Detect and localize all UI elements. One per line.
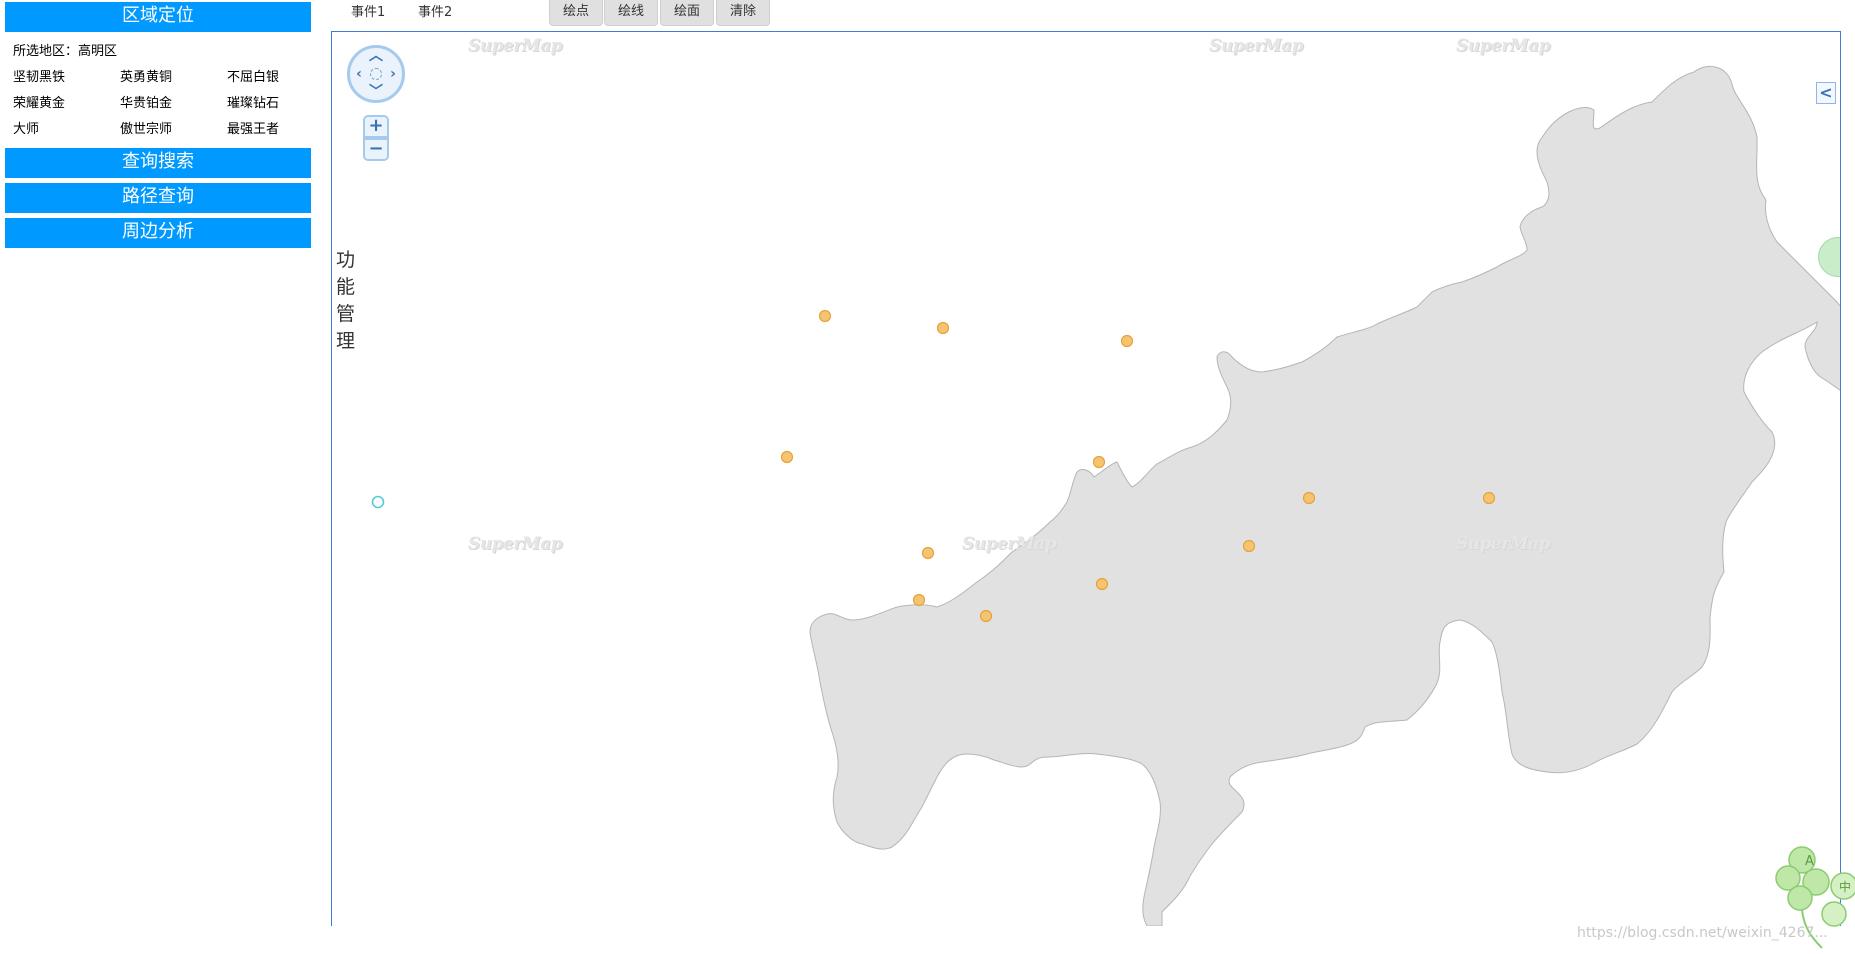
svg-text:A: A [1805,854,1814,869]
route-query-header[interactable]: 路径查询 [5,183,311,213]
zoom-in-button[interactable]: + [363,115,389,138]
svg-text:中: 中 [1839,879,1851,894]
map-point-marker[interactable] [1092,455,1106,469]
region-locate-header[interactable]: 区域定位 [5,2,311,32]
supermap-watermark: SuperMap [1456,534,1551,554]
pan-up-icon[interactable]: ︿ [368,48,384,64]
map-point-marker[interactable] [1120,334,1134,348]
map-point-marker[interactable] [912,593,926,607]
supermap-watermark: SuperMap [1456,36,1551,56]
rank-item-bronze[interactable]: 英勇黄铜 [120,68,227,88]
map-viewport[interactable]: SuperMap SuperMap SuperMap SuperMap Supe… [331,31,1841,926]
map-point-marker[interactable] [818,309,832,323]
tab-event1[interactable]: 事件1 [351,3,385,23]
pan-left-icon[interactable]: ‹ [351,66,367,82]
blog-url-watermark: https://blog.csdn.net/weixin_4267... [1577,925,1828,941]
map-point-marker[interactable] [1095,577,1109,591]
pan-control: ︿ ﹀ ‹ › [347,45,405,103]
map-point-marker[interactable] [780,450,794,464]
pan-down-icon[interactable]: ﹀ [368,84,384,100]
rank-item-master[interactable]: 大师 [13,120,120,140]
zoom-out-button[interactable]: − [363,138,389,161]
map-point-marker[interactable] [921,546,935,560]
left-sidebar: 区域定位 所选地区：高明区 坚韧黑铁 英勇黄铜 不屈白银 荣耀黄金 华贵铂金 璀… [5,2,311,248]
region-locate-content: 所选地区：高明区 坚韧黑铁 英勇黄铜 不屈白银 荣耀黄金 华贵铂金 璀璨钻石 大… [5,32,311,148]
draw-polygon-button[interactable]: 绘面 [660,0,714,26]
pan-right-icon[interactable]: › [385,66,401,82]
tab-event2[interactable]: 事件2 [418,3,452,23]
rank-grid: 坚韧黑铁 英勇黄铜 不屈白银 荣耀黄金 华贵铂金 璀璨钻石 大师 傲世宗师 最强… [13,68,311,140]
map-point-marker[interactable] [1302,491,1316,505]
clear-button[interactable]: 清除 [716,0,770,26]
map-point-marker[interactable] [1242,539,1256,553]
supermap-watermark: SuperMap [468,36,563,56]
selected-region-label: 所选地区：高明区 [13,44,118,59]
draw-point-button[interactable]: 绘点 [549,0,603,26]
supermap-watermark: SuperMap [1209,36,1304,56]
query-search-header[interactable]: 查询搜索 [5,148,311,178]
rank-item-iron[interactable]: 坚韧黑铁 [13,68,120,88]
supermap-watermark: SuperMap [468,534,563,554]
rank-item-challenger[interactable]: 最强王者 [227,120,319,140]
nearby-analysis-header[interactable]: 周边分析 [5,218,311,248]
map-canvas[interactable] [332,32,1840,926]
function-manage-toggle[interactable]: 功能管理 [336,247,358,355]
rank-item-platinum[interactable]: 华贵铂金 [120,94,227,114]
rank-item-grandmaster[interactable]: 傲世宗师 [120,120,227,140]
map-point-marker[interactable] [936,321,950,335]
rank-item-gold[interactable]: 荣耀黄金 [13,94,120,114]
map-point-marker[interactable] [979,609,993,623]
rank-item-silver[interactable]: 不屈白银 [227,68,319,88]
map-point-marker[interactable] [1482,491,1496,505]
cursor-marker [371,495,385,509]
supermap-watermark: SuperMap [962,534,1057,554]
draw-line-button[interactable]: 绘线 [604,0,658,26]
rank-item-diamond[interactable]: 璀璨钻石 [227,94,319,114]
region-gaoming [809,65,1840,926]
pan-reset-icon[interactable] [370,68,382,80]
collapse-panel-button[interactable]: < [1816,82,1836,104]
